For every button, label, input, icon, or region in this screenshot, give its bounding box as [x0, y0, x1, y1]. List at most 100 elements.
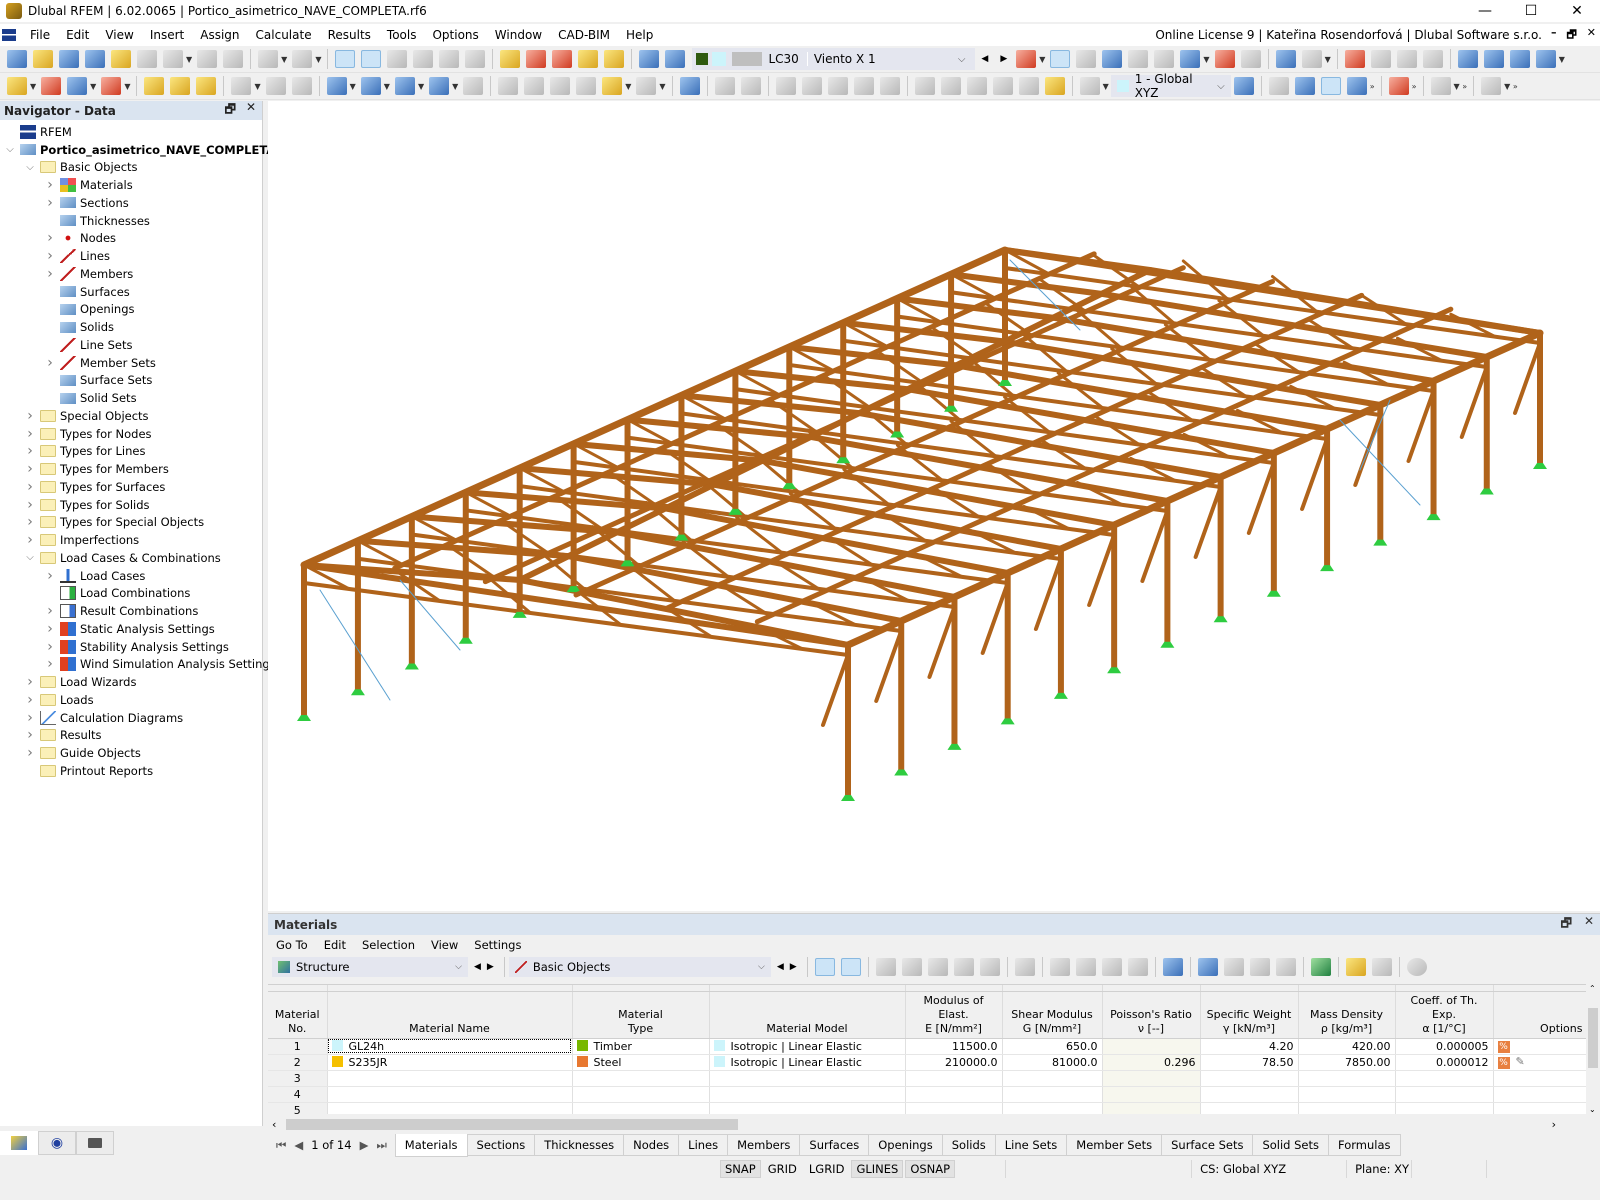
- cell-gamma[interactable]: [1200, 1102, 1299, 1114]
- mdi-minimize-button[interactable]: –: [1551, 26, 1557, 45]
- script-icon[interactable]: [439, 50, 460, 68]
- guideline-icon[interactable]: [291, 77, 312, 95]
- cell-opt[interactable]: [1493, 1086, 1586, 1103]
- cell-model[interactable]: [709, 1086, 906, 1103]
- delete-rows-icon[interactable]: [1014, 958, 1035, 976]
- support-icon[interactable]: [1479, 488, 1494, 495]
- tree-item-thicknesses[interactable]: Thicknesses: [0, 212, 262, 230]
- support-icon[interactable]: [1107, 667, 1122, 674]
- snap-icon[interactable]: [1294, 77, 1315, 95]
- tab-thicknesses[interactable]: Thicknesses: [535, 1133, 625, 1156]
- chevron-down-icon[interactable]: ⌵: [958, 54, 966, 65]
- cell-gamma[interactable]: [1200, 1070, 1299, 1087]
- 3d-viewport[interactable]: [268, 101, 1600, 911]
- calc-settings-icon[interactable]: [1275, 50, 1296, 68]
- result-values-icon[interactable]: [1076, 50, 1097, 68]
- object-type-select[interactable]: Basic Objects ⌵: [508, 957, 771, 977]
- select-target-icon[interactable]: [552, 50, 573, 68]
- chevron-down-icon[interactable]: ⌵: [4, 144, 16, 155]
- scroll-thumb[interactable]: [286, 1119, 738, 1130]
- new-line-icon[interactable]: [41, 77, 62, 95]
- member[interactable]: [980, 581, 1010, 655]
- cell-rho[interactable]: [1298, 1086, 1396, 1103]
- filter-icon[interactable]: [679, 77, 700, 95]
- chevron-down-icon[interactable]: ⌵: [24, 552, 36, 563]
- table-horizontal-scrollbar[interactable]: ‹ ›: [268, 1116, 1586, 1132]
- member[interactable]: [1513, 341, 1542, 415]
- tree-item-types-for-surfaces[interactable]: › Types for Surfaces: [0, 478, 262, 496]
- tree-item-members[interactable]: › Members: [0, 265, 262, 283]
- tree-item-basic-objects[interactable]: ⌵ Basic Objects: [0, 159, 262, 177]
- chevron-right-icon[interactable]: ›: [44, 656, 56, 672]
- menu-view[interactable]: View: [97, 28, 141, 42]
- new-opening-icon[interactable]: [394, 77, 415, 95]
- select-in-table-icon[interactable]: [840, 958, 861, 976]
- column-settings-icon[interactable]: [1162, 958, 1183, 976]
- chevron-down-icon[interactable]: ⌵: [758, 962, 765, 972]
- chevron-right-icon[interactable]: ›: [24, 443, 36, 459]
- table-row[interactable]: 1 GL24h Timber Isotropic | Linear Elastic 11…: [268, 1038, 1586, 1055]
- save-icon[interactable]: [137, 50, 157, 68]
- tab-surface-sets[interactable]: Surface Sets: [1162, 1133, 1254, 1156]
- cell-E[interactable]: [905, 1102, 1003, 1114]
- next-page-button[interactable]: ▶: [360, 1138, 369, 1152]
- support-icon[interactable]: [297, 715, 311, 721]
- member[interactable]: [1193, 485, 1223, 559]
- last-page-button[interactable]: ⏭: [376, 1138, 386, 1153]
- scroll-right-icon[interactable]: ›: [1552, 1118, 1556, 1131]
- new-support-icon[interactable]: [144, 77, 165, 95]
- tree-item-solids[interactable]: Solids: [0, 318, 262, 336]
- new-set-icon[interactable]: [429, 77, 450, 95]
- table-menu-edit[interactable]: Edit: [316, 938, 354, 952]
- member-load-icon[interactable]: [524, 77, 545, 95]
- chevron-down-icon[interactable]: ⌵: [455, 962, 462, 972]
- select-node-icon[interactable]: [526, 50, 547, 68]
- chevron-right-icon[interactable]: ›: [24, 674, 36, 690]
- move-left-icon[interactable]: [1101, 958, 1122, 976]
- tree-item-types-for-lines[interactable]: › Types for Lines: [0, 443, 262, 461]
- support-icon[interactable]: [782, 483, 797, 490]
- tree-item-member-sets[interactable]: › Member Sets: [0, 354, 262, 372]
- cell-E[interactable]: [905, 1070, 1003, 1087]
- member-result-4-icon[interactable]: [992, 77, 1013, 95]
- tables-toggle-icon[interactable]: [361, 50, 382, 68]
- select-in-graphic-icon[interactable]: [814, 958, 835, 976]
- member-result-6-icon[interactable]: [1044, 77, 1065, 95]
- tree-item-solid-sets[interactable]: Solid Sets: [0, 389, 262, 407]
- toggle-grid[interactable]: GRID: [763, 1160, 802, 1178]
- edit-icon[interactable]: ✎: [1516, 1055, 1525, 1068]
- cell-type[interactable]: Timber: [572, 1038, 710, 1055]
- close-button[interactable]: ✕: [1554, 0, 1600, 22]
- text-settings-icon[interactable]: [1197, 958, 1218, 976]
- formula-delete-icon[interactable]: [1249, 958, 1270, 976]
- tree-item-types-for-nodes[interactable]: › Types for Nodes: [0, 425, 262, 443]
- chevron-right-icon[interactable]: ›: [44, 355, 56, 371]
- cell-rho[interactable]: 420.00: [1298, 1038, 1396, 1055]
- nodal-load-icon[interactable]: [498, 77, 519, 95]
- structure-select[interactable]: Structure ⌵: [272, 957, 468, 977]
- cell-type[interactable]: [572, 1102, 710, 1114]
- line-load-icon[interactable]: [550, 77, 571, 95]
- cell-nu[interactable]: [1102, 1038, 1201, 1055]
- member[interactable]: [1033, 557, 1063, 631]
- support-icon[interactable]: [894, 769, 909, 776]
- member[interactable]: [1087, 533, 1117, 607]
- member[interactable]: [874, 629, 904, 703]
- cell-G[interactable]: 81000.0: [1002, 1054, 1103, 1071]
- cell-alpha[interactable]: [1395, 1070, 1494, 1087]
- menu-results[interactable]: Results: [320, 28, 379, 42]
- surface-load-icon[interactable]: [576, 77, 597, 95]
- tree-item-nodes[interactable]: › Nodes: [0, 230, 262, 248]
- coordinate-system-select[interactable]: 1 - Global XYZ ⌵: [1110, 72, 1231, 100]
- chevron-right-icon[interactable]: ›: [24, 497, 36, 513]
- nav-tab-display[interactable]: ◉: [38, 1131, 76, 1155]
- chevron-right-icon[interactable]: ›: [44, 568, 56, 584]
- structure-model[interactable]: [268, 101, 1600, 911]
- first-page-button[interactable]: ⏮: [276, 1138, 286, 1153]
- mesh-results-icon[interactable]: [1180, 50, 1201, 68]
- cell-alpha[interactable]: 0.000005: [1395, 1038, 1494, 1055]
- tab-line-sets[interactable]: Line Sets: [995, 1133, 1068, 1156]
- redo-icon[interactable]: [292, 50, 313, 68]
- cell-G[interactable]: [1002, 1070, 1103, 1087]
- import-icon[interactable]: [1049, 958, 1070, 976]
